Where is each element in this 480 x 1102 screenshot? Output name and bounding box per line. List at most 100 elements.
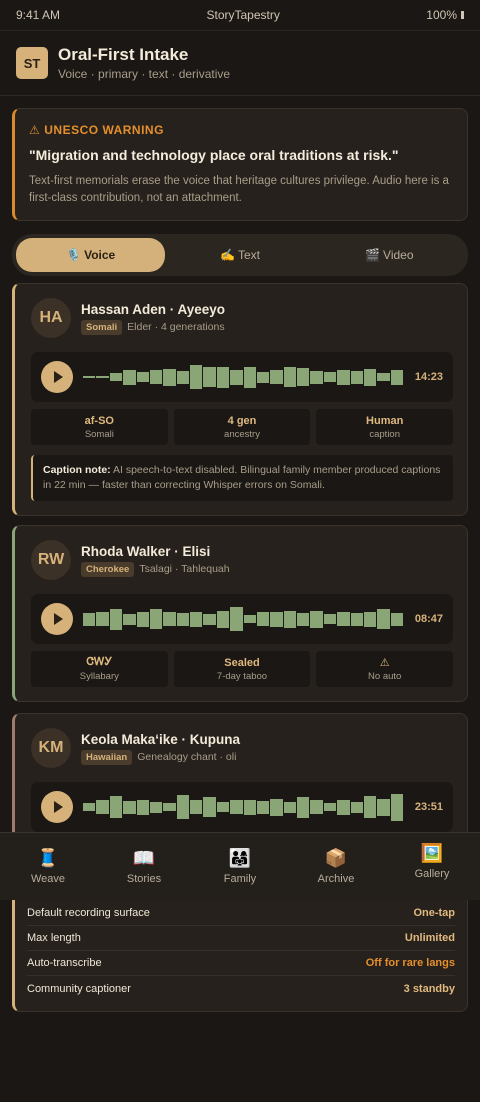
play-icon bbox=[54, 371, 63, 383]
storyteller-name: Hassan Aden · Ayeeyo bbox=[81, 301, 226, 317]
tab-label: Family bbox=[223, 873, 257, 885]
story-card-hassan[interactable]: HA Hassan Aden · Ayeeyo Somali Elder · 4… bbox=[12, 283, 468, 517]
format-segmented-control: 🎙️ Voice ✍️ Text 🎬 Video bbox=[12, 234, 468, 277]
picture-icon: 🖼️ bbox=[420, 843, 444, 863]
setting-row[interactable]: Default recording surface One-tap bbox=[27, 901, 455, 926]
writing-hand-icon: ✍️ bbox=[220, 248, 235, 263]
avatar: HA bbox=[31, 298, 71, 338]
waveform-bar bbox=[283, 610, 296, 628]
segment-label: Voice bbox=[84, 248, 116, 263]
waveform-bar bbox=[337, 612, 350, 626]
stat-value: af-SO bbox=[84, 414, 114, 427]
story-card-rhoda[interactable]: RW Rhoda Walker · Elisi Cherokee Tsalagi… bbox=[12, 525, 468, 702]
waveform-bar bbox=[337, 369, 350, 385]
warning-icon: ⚠ bbox=[379, 657, 390, 669]
waveform-bar bbox=[123, 369, 136, 385]
waveform-bar bbox=[83, 803, 96, 811]
tab-archive[interactable]: 📦 Archive bbox=[288, 833, 384, 900]
warning-quote: "Migration and technology place oral tra… bbox=[29, 147, 399, 163]
battery-icon bbox=[461, 11, 464, 19]
waveform-bar bbox=[310, 370, 323, 384]
waveform-bar bbox=[283, 367, 296, 387]
waveform-bar bbox=[270, 798, 283, 816]
waveform-bar bbox=[176, 612, 189, 626]
language-tag: Hawaiian bbox=[81, 749, 133, 765]
play-icon bbox=[54, 613, 63, 625]
storyteller-meta-text: Tsalagi · Tahlequah bbox=[139, 563, 230, 575]
waveform-bar bbox=[109, 608, 123, 630]
play-button[interactable] bbox=[41, 603, 73, 635]
waveform[interactable] bbox=[83, 362, 403, 392]
waveform-bar bbox=[337, 799, 350, 815]
waveform-bar bbox=[136, 372, 149, 382]
waveform-bar bbox=[190, 365, 203, 389]
tab-label: Stories bbox=[126, 873, 162, 885]
storyteller-meta: Cherokee Tsalagi · Tahlequah bbox=[81, 561, 230, 577]
waveform-bar bbox=[243, 366, 256, 388]
segment-video[interactable]: 🎬 Video bbox=[315, 238, 464, 272]
waveform-bar bbox=[390, 793, 403, 821]
tab-family[interactable]: 👨‍👩‍👧 Family bbox=[192, 833, 288, 900]
stat-script: ᏣᎳᎩ Syllabary bbox=[31, 651, 168, 687]
book-icon: 📖 bbox=[132, 848, 156, 868]
stat-label: Syllabary bbox=[79, 671, 119, 682]
stat-label: ancestry bbox=[224, 428, 260, 440]
status-app-name: StoryTapestry bbox=[206, 8, 280, 22]
stat-caption: Human caption bbox=[316, 409, 454, 445]
waveform-bar bbox=[163, 803, 176, 811]
storyteller-meta: Somali Elder · 4 generations bbox=[81, 319, 225, 335]
waveform-bar bbox=[203, 367, 216, 387]
tab-label: Weave bbox=[30, 873, 66, 885]
avatar: RW bbox=[31, 540, 71, 580]
audio-player: 14:23 bbox=[31, 352, 453, 402]
tab-stories[interactable]: 📖 Stories bbox=[96, 833, 192, 900]
caption-note-label: Caption note: bbox=[43, 464, 111, 476]
play-button[interactable] bbox=[41, 361, 73, 393]
storyteller-header: RW Rhoda Walker · Elisi Cherokee Tsalagi… bbox=[31, 540, 453, 580]
waveform-bar bbox=[83, 612, 96, 626]
app-header: ST Oral-First Intake Voice · primary · t… bbox=[0, 30, 480, 96]
waveform[interactable] bbox=[83, 792, 403, 822]
waveform-bar bbox=[350, 801, 363, 813]
waveform-bar bbox=[190, 611, 203, 627]
waveform-bar bbox=[96, 800, 109, 814]
waveform-bar bbox=[363, 796, 377, 818]
unesco-warning-card: ⚠ UNESCO WARNING "Migration and technolo… bbox=[12, 108, 468, 222]
waveform-bar bbox=[230, 607, 243, 631]
tab-label: Archive bbox=[317, 873, 355, 885]
waveform-bar bbox=[163, 612, 176, 626]
storyteller-meta: Hawaiian Genealogy chant · oli bbox=[81, 749, 240, 765]
setting-row[interactable]: Max length Unlimited bbox=[27, 926, 455, 951]
waveform-bar bbox=[270, 611, 283, 627]
audio-player: 08:47 bbox=[31, 594, 453, 644]
tab-gallery[interactable]: 🖼️ Gallery bbox=[384, 833, 480, 900]
storyteller-name: Keola Makaʻike · Kupuna bbox=[81, 731, 241, 747]
play-button[interactable] bbox=[41, 791, 73, 823]
setting-row[interactable]: Community captioner 3 standby bbox=[27, 976, 455, 1001]
warning-icon: ⚠ bbox=[29, 123, 41, 137]
waveform-bar bbox=[350, 370, 363, 384]
waveform-bar bbox=[323, 614, 337, 624]
segment-text[interactable]: ✍️ Text bbox=[165, 238, 314, 272]
waveform-bar bbox=[377, 609, 390, 629]
tab-weave[interactable]: 🧵 Weave bbox=[0, 833, 96, 900]
waveform-bar bbox=[390, 369, 403, 385]
waveform-bar bbox=[377, 373, 390, 381]
waveform[interactable] bbox=[83, 604, 403, 634]
waveform-bar bbox=[176, 795, 189, 819]
waveform-bar bbox=[96, 612, 109, 626]
status-battery: 100% bbox=[426, 8, 464, 22]
audio-duration: 08:47 bbox=[414, 613, 443, 625]
setting-row[interactable]: Auto-transcribe Off for rare langs bbox=[27, 951, 455, 976]
setting-key: Community captioner bbox=[27, 982, 131, 995]
stat-no-auto: ⚠ No auto bbox=[316, 651, 454, 687]
avatar: KM bbox=[31, 728, 71, 768]
waveform-bar bbox=[136, 611, 149, 627]
warning-title-text: UNESCO WARNING bbox=[44, 123, 164, 137]
language-tag: Cherokee bbox=[81, 561, 135, 577]
segment-voice[interactable]: 🎙️ Voice bbox=[16, 238, 166, 273]
setting-value: Off for rare langs bbox=[365, 957, 455, 969]
waveform-bar bbox=[297, 612, 310, 626]
waveform-bar bbox=[323, 803, 337, 811]
app-logo: ST bbox=[16, 47, 48, 79]
